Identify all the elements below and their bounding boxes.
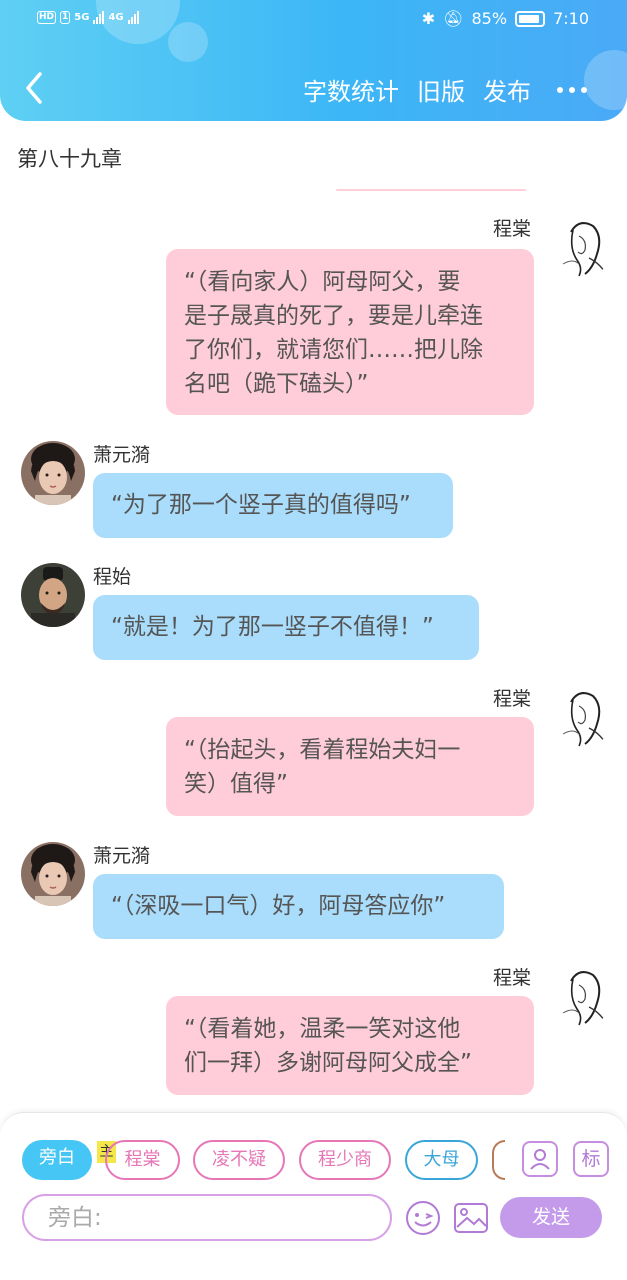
back-arrow-icon[interactable]	[22, 70, 48, 106]
label-button[interactable]: 标	[573, 1141, 609, 1177]
sketch-portrait-icon	[549, 684, 613, 748]
nav-bar: 字数统计 旧版 发布	[0, 68, 627, 108]
message-bubble-left[interactable]: “（深吸一口气）好，阿母答应你”	[93, 874, 504, 939]
chip-ling-buyi[interactable]: 凌不疑	[193, 1140, 285, 1180]
sim-badge: 1	[60, 10, 71, 24]
mute-icon: 🔕︎	[443, 9, 464, 28]
status-bar: HD 1 5G 4G ✱ 🔕︎ 85% 7:10	[0, 8, 627, 32]
message-input-field[interactable]	[24, 1196, 390, 1239]
message-line: 是子晟真的死了，要是儿牵连	[184, 303, 483, 329]
composer-panel: 旁白 主 程棠 凌不疑 程少商 大母 标 发送	[0, 1112, 627, 1280]
message-line: 笑）值得”	[184, 771, 288, 797]
clock: 7:10	[553, 9, 589, 28]
message-line: “（看向家人）阿母阿父，要	[184, 269, 461, 295]
character-profile-button[interactable]	[522, 1141, 558, 1177]
message-bubble-right[interactable]: “（看向家人）阿母阿父，要 是子晟真的死了，要是儿牵连 了你们，就请您们……把儿…	[166, 249, 534, 415]
network-4g-label: 4G	[108, 11, 124, 23]
message-line: “（抬起头，看着程始夫妇一	[184, 737, 461, 763]
avatar-sketch[interactable]	[549, 963, 613, 1027]
battery-percent: 85%	[471, 9, 508, 28]
app-header: HD 1 5G 4G ✱ 🔕︎ 85% 7:10 字数统计 旧版 发布	[0, 0, 627, 121]
portrait-man-icon	[21, 563, 85, 627]
speaker-name: 程棠	[493, 688, 532, 710]
chip-da-mu[interactable]: 大母	[405, 1140, 478, 1180]
bluetooth-icon: ✱	[421, 9, 436, 28]
portrait-woman-icon	[21, 441, 85, 505]
message-line: 了你们，就请您们……把儿除	[184, 337, 483, 363]
avatar-xiao-yuanyi[interactable]	[21, 842, 85, 906]
message-input[interactable]	[22, 1194, 392, 1241]
sketch-portrait-icon	[549, 214, 613, 278]
old-version-button[interactable]: 旧版	[417, 72, 465, 107]
more-menu-icon[interactable]	[557, 86, 587, 93]
message-bubble-left[interactable]: “就是！为了那一竖子不值得！”	[93, 595, 479, 660]
person-card-icon	[530, 1149, 550, 1170]
network-5g-label: 5G	[74, 11, 90, 23]
avatar-sketch[interactable]	[549, 214, 613, 278]
signal-icon	[127, 10, 139, 24]
message-line: 们一拜）多谢阿母阿父成全”	[184, 1050, 472, 1076]
message-bubble-right[interactable]: “（抬起头，看着程始夫妇一 笑）值得”	[166, 717, 534, 816]
speaker-name: 萧元漪	[93, 444, 151, 466]
word-count-button[interactable]: 字数统计	[303, 72, 399, 107]
chip-cheng-tang[interactable]: 程棠	[105, 1140, 180, 1180]
message-line: “（看着她，温柔一笑对这他	[184, 1016, 461, 1042]
message-line: 名吧（跪下磕头）”	[184, 371, 369, 397]
speaker-name: 程始	[93, 566, 132, 588]
avatar-sketch[interactable]	[549, 684, 613, 748]
status-left: HD 1 5G 4G	[37, 10, 139, 24]
speaker-name: 程棠	[493, 218, 532, 240]
publish-button[interactable]: 发布	[483, 72, 531, 107]
speaker-name: 萧元漪	[93, 845, 151, 867]
chip-cheng-shaoshang[interactable]: 程少商	[299, 1140, 391, 1180]
signal-icon	[93, 10, 105, 24]
message-line: “就是！为了那一竖子不值得！”	[111, 614, 434, 640]
avatar-cheng-shi[interactable]	[21, 563, 85, 627]
sketch-portrait-icon	[549, 963, 613, 1027]
nav-actions: 字数统计 旧版 发布	[303, 72, 587, 107]
emoji-icon[interactable]	[404, 1199, 442, 1237]
chapter-title: 第八十九章	[17, 147, 122, 171]
send-button[interactable]: 发送	[500, 1197, 602, 1238]
message-line: “为了那一个竖子真的值得吗”	[111, 492, 411, 518]
previous-bubble-edge	[336, 189, 526, 191]
image-icon[interactable]	[452, 1199, 490, 1237]
message-bubble-left[interactable]: “为了那一个竖子真的值得吗”	[93, 473, 453, 538]
status-right: ✱ 🔕︎ 85% 7:10	[422, 9, 589, 28]
chip-narrator[interactable]: 旁白	[22, 1140, 92, 1180]
message-bubble-right[interactable]: “（看着她，温柔一笑对这他 们一拜）多谢阿母阿父成全”	[166, 996, 534, 1095]
avatar-xiao-yuanyi[interactable]	[21, 441, 85, 505]
chip-partial[interactable]	[492, 1140, 505, 1180]
speaker-name: 程棠	[493, 967, 532, 989]
hd-badge: HD	[37, 10, 57, 24]
message-line: “（深吸一口气）好，阿母答应你”	[111, 893, 446, 919]
battery-icon	[515, 10, 546, 27]
portrait-woman-icon	[21, 842, 85, 906]
